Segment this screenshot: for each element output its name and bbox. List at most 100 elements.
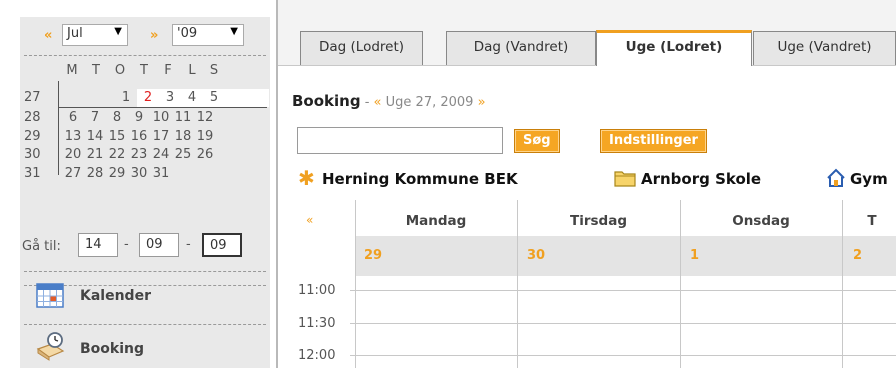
calendar-day[interactable]: 21 bbox=[86, 147, 104, 162]
calendar-day[interactable]: 28 bbox=[86, 166, 104, 181]
calendar-day[interactable]: 13 bbox=[64, 129, 82, 144]
day-header-mandag: Mandag bbox=[405, 213, 467, 229]
weekday-header: S bbox=[209, 63, 219, 78]
calendar-day[interactable]: 31 bbox=[152, 166, 170, 181]
tab-dag-vandret[interactable]: Dag (Vandret) bbox=[446, 31, 596, 65]
calendar-day[interactable]: 17 bbox=[152, 129, 170, 144]
search-input[interactable] bbox=[297, 127, 503, 154]
date-number[interactable]: 2 bbox=[853, 248, 862, 263]
calendar-day[interactable]: 22 bbox=[108, 147, 126, 162]
week-number[interactable]: 29 bbox=[24, 129, 41, 144]
weekday-header: M bbox=[66, 63, 78, 78]
tab-dag-lodret[interactable]: Dag (Lodret) bbox=[300, 31, 423, 65]
day-header-torsdag: T bbox=[867, 213, 877, 229]
calendar-day[interactable]: 25 bbox=[174, 147, 192, 162]
calendar-day[interactable]: 14 bbox=[86, 129, 104, 144]
time-label: 11:30 bbox=[298, 316, 336, 331]
folder-icon bbox=[614, 169, 636, 192]
calendar-day[interactable]: 7 bbox=[86, 110, 104, 125]
day-header-onsdag: Onsdag bbox=[732, 213, 790, 229]
calendar-day[interactable]: 20 bbox=[64, 147, 82, 162]
calendar-day[interactable]: 5 bbox=[205, 90, 223, 105]
calendar-day[interactable]: 12 bbox=[196, 110, 214, 125]
home-icon bbox=[826, 168, 846, 193]
goto-separator: - bbox=[124, 237, 129, 252]
sidebar: « Jul ▼ » '09 ▼ M T O T F L S 27 28 29 3… bbox=[0, 0, 276, 368]
week-number[interactable]: 28 bbox=[24, 110, 41, 125]
week-number[interactable]: 27 bbox=[24, 90, 41, 105]
next-month-arrow[interactable]: » bbox=[150, 28, 158, 43]
next-week-arrow[interactable]: » bbox=[478, 95, 486, 110]
divider bbox=[24, 324, 266, 325]
grid-prev-arrow[interactable]: « bbox=[306, 213, 313, 227]
day-header-tirsdag: Tirsdag bbox=[570, 213, 627, 229]
divider bbox=[24, 55, 266, 56]
menu-item-label: Kalender bbox=[80, 288, 151, 304]
calendar-divider-line bbox=[58, 107, 267, 108]
goto-day-input[interactable]: 14 bbox=[78, 233, 118, 257]
calendar-day[interactable]: 26 bbox=[196, 147, 214, 162]
time-label: 11:00 bbox=[298, 283, 336, 298]
calendar-day[interactable]: 19 bbox=[196, 129, 214, 144]
calendar-day[interactable]: 8 bbox=[108, 110, 126, 125]
year-select[interactable]: '09 ▼ bbox=[172, 24, 244, 46]
calendar-day[interactable]: 6 bbox=[64, 110, 82, 125]
title-separator: - bbox=[360, 95, 374, 110]
weekday-header: T bbox=[140, 63, 148, 78]
calendar-day[interactable]: 29 bbox=[108, 166, 126, 181]
menu-item-booking[interactable]: Booking bbox=[20, 327, 270, 368]
week-label: Uge 27, 2009 bbox=[381, 95, 478, 110]
goto-separator: - bbox=[186, 237, 191, 252]
calendar-day[interactable]: 1 bbox=[117, 90, 135, 105]
location-arnborg[interactable]: Arnborg Skole bbox=[641, 170, 761, 188]
calendar-day[interactable]: 10 bbox=[152, 110, 170, 125]
goto-label: Gå til: bbox=[22, 239, 61, 254]
menu-item-kalender[interactable]: Kalender bbox=[20, 273, 270, 323]
calendar-day[interactable]: 9 bbox=[130, 110, 148, 125]
week-grid-header: « Mandag Tirsdag Onsdag T bbox=[288, 200, 896, 234]
calendar-day[interactable]: 16 bbox=[130, 129, 148, 144]
view-tab-bar: Dag (Lodret) Dag (Vandret) Uge (Lodret) … bbox=[278, 0, 896, 66]
date-number[interactable]: 30 bbox=[527, 248, 545, 263]
grid-column-line bbox=[842, 200, 843, 368]
month-select-value: Jul bbox=[67, 26, 83, 41]
calendar-day[interactable]: 4 bbox=[183, 90, 201, 105]
calendar-day[interactable]: 18 bbox=[174, 129, 192, 144]
date-row bbox=[355, 236, 896, 276]
calendar-day[interactable]: 23 bbox=[130, 147, 148, 162]
weekday-header: O bbox=[114, 63, 126, 78]
weekday-header: T bbox=[92, 63, 100, 78]
year-select-value: '09 bbox=[177, 26, 198, 41]
settings-button[interactable]: Indstillinger bbox=[600, 129, 707, 153]
weekday-header: L bbox=[188, 63, 196, 78]
grid-row-line bbox=[350, 323, 896, 324]
tab-uge-vandret[interactable]: Uge (Vandret) bbox=[753, 31, 896, 65]
calendar-day[interactable]: 30 bbox=[130, 166, 148, 181]
page-title-row: Booking - « Uge 27, 2009 » bbox=[292, 92, 486, 110]
month-select[interactable]: Jul ▼ bbox=[62, 24, 128, 46]
prev-month-arrow[interactable]: « bbox=[44, 28, 52, 43]
search-button[interactable]: Søg bbox=[514, 129, 560, 153]
page-title: Booking bbox=[292, 92, 361, 110]
week-number[interactable]: 31 bbox=[24, 166, 41, 181]
calendar-day[interactable]: 3 bbox=[161, 90, 179, 105]
date-number[interactable]: 29 bbox=[364, 248, 382, 263]
calendar-day-today[interactable]: 2 bbox=[139, 90, 157, 105]
goto-month-input[interactable]: 09 bbox=[139, 233, 179, 257]
calendar-day[interactable]: 15 bbox=[108, 129, 126, 144]
goto-year-input[interactable]: 09 bbox=[202, 233, 242, 257]
calendar-day[interactable]: 11 bbox=[174, 110, 192, 125]
weekday-header: F bbox=[164, 63, 172, 78]
location-gym[interactable]: Gym bbox=[850, 170, 888, 188]
prev-week-arrow[interactable]: « bbox=[374, 95, 382, 110]
date-number[interactable]: 1 bbox=[690, 248, 699, 263]
menu-item-label: Booking bbox=[80, 341, 145, 357]
tab-uge-lodret[interactable]: Uge (Lodret) bbox=[596, 30, 752, 66]
grid-row-line bbox=[350, 355, 896, 356]
calendar-day[interactable]: 27 bbox=[64, 166, 82, 181]
chevron-down-icon: ▼ bbox=[230, 26, 238, 37]
sidebar-panel: « Jul ▼ » '09 ▼ M T O T F L S 27 28 29 3… bbox=[20, 17, 270, 368]
week-number[interactable]: 30 bbox=[24, 147, 41, 162]
location-herning[interactable]: Herning Kommune BEK bbox=[322, 170, 518, 188]
calendar-day[interactable]: 24 bbox=[152, 147, 170, 162]
